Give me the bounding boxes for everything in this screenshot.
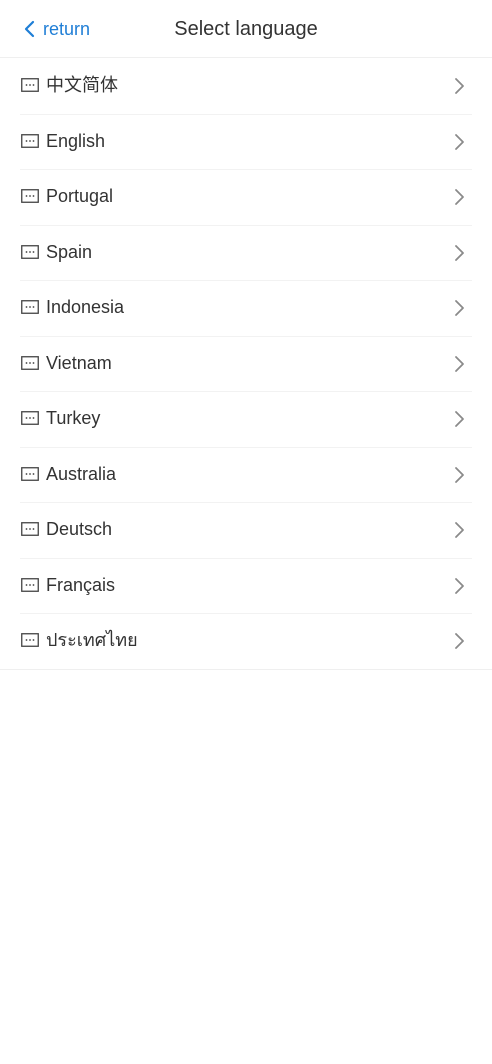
language-item-chinese-simplified[interactable]: 中文简体	[0, 58, 492, 114]
language-item-english[interactable]: English	[0, 113, 492, 170]
flag-placeholder-icon	[21, 244, 39, 259]
language-label: Spain	[46, 241, 93, 262]
chevron-right-icon	[455, 133, 464, 150]
language-label: Français	[46, 574, 116, 595]
language-item-australia[interactable]: Australia	[0, 446, 492, 503]
chevron-right-icon	[455, 78, 464, 94]
language-item-portugal[interactable]: Portugal	[0, 169, 492, 225]
language-label: Australia	[46, 463, 117, 484]
chevron-right-icon	[455, 522, 464, 538]
nav-bar: return Select language	[0, 0, 492, 58]
flag-placeholder-icon	[21, 633, 39, 647]
chevron-right-icon	[455, 189, 464, 205]
language-label: Vietnam	[46, 352, 112, 373]
language-item-vietnam[interactable]: Vietnam	[0, 335, 492, 392]
page-title: Select language	[174, 18, 318, 40]
flag-placeholder-icon	[21, 522, 39, 536]
chevron-right-icon	[455, 355, 464, 372]
flag-placeholder-icon	[21, 577, 39, 592]
chevron-right-icon	[455, 466, 464, 483]
language-item-turkey[interactable]: Turkey	[0, 391, 492, 447]
flag-placeholder-icon	[21, 133, 39, 148]
flag-placeholder-icon	[21, 300, 39, 314]
flag-placeholder-icon	[21, 355, 39, 370]
chevron-right-icon	[455, 411, 464, 427]
language-list: 中文简体 English Portugal Spain Indonesia Vi…	[0, 58, 492, 670]
language-label: English	[46, 130, 106, 151]
language-label: Turkey	[46, 408, 101, 428]
chevron-right-icon	[455, 244, 464, 261]
flag-placeholder-icon	[21, 466, 39, 481]
chevron-right-icon	[455, 300, 464, 316]
language-item-spain[interactable]: Spain	[0, 224, 492, 281]
language-item-thai[interactable]: ประเทศไทย	[0, 613, 492, 669]
language-label: 中文简体	[46, 75, 118, 95]
language-label: Deutsch	[46, 519, 113, 539]
flag-placeholder-icon	[21, 78, 39, 92]
flag-placeholder-icon	[21, 189, 39, 203]
language-item-deutsch[interactable]: Deutsch	[0, 502, 492, 558]
language-label: Indonesia	[46, 297, 125, 317]
chevron-right-icon	[455, 633, 464, 649]
flag-placeholder-icon	[21, 411, 39, 425]
chevron-right-icon	[455, 577, 464, 594]
language-label: Portugal	[46, 186, 114, 206]
language-item-indonesia[interactable]: Indonesia	[0, 280, 492, 336]
language-item-francais[interactable]: Français	[0, 557, 492, 614]
language-label: ประเทศไทย	[46, 630, 138, 650]
